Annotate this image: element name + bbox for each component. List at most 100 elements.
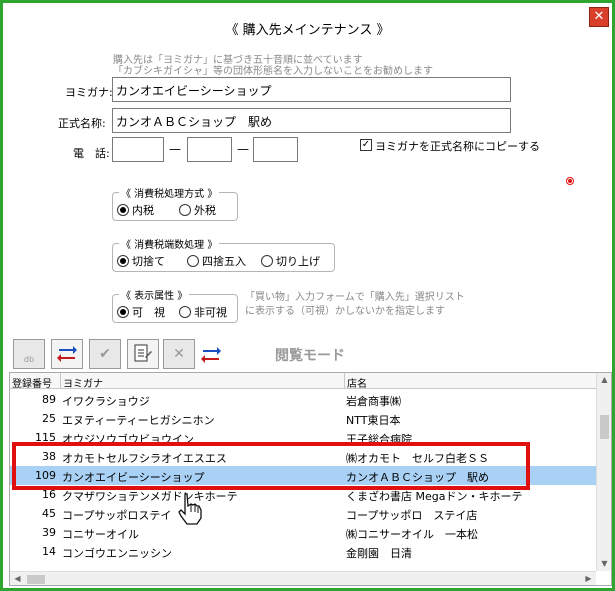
column-header-no[interactable]: 登録番号 [12,375,52,390]
official-name-input[interactable]: カンオＡＢＣショップ 駅め [112,108,511,133]
phone-label: 電 話: [73,147,110,160]
radio-indicator [179,204,191,216]
edit-document-button[interactable] [127,339,159,369]
cell-name: ㈱コニサーオイル 一本松 [346,528,478,541]
table-row[interactable]: 38 オカモトセルフシラオイエスエス ㈱オカモト セルフ白老ＳＳ [10,447,596,466]
confirm-button[interactable]: ✔ [89,339,121,369]
cell-name: ㈱オカモト セルフ白老ＳＳ [346,452,489,465]
checkmark-icon: ✔ [99,346,111,362]
phone-dash-2: — [237,142,249,156]
radio-round-down[interactable]: 切捨て [117,253,165,269]
scroll-left-icon[interactable]: ◀ [10,574,25,583]
table-header: 登録番号 ヨミガナ 店名 [10,373,596,390]
cell-no: 14 [42,545,56,558]
cell-no: 45 [42,507,56,520]
phone-input-1[interactable] [112,137,164,162]
radio-inclusive-tax[interactable]: 内税 [117,202,154,218]
cell-kana: クマザワショテンメガドンキホーテ [62,490,238,503]
scroll-right-icon[interactable]: ▶ [581,574,596,583]
tax-rounding-title: 《 消費税端数処理 》 [119,236,220,251]
cell-name: 金剛園 日清 [346,547,412,560]
db-button[interactable]: db [13,339,45,369]
cell-kana: コニサーオイル [62,528,139,541]
radio-indicator [187,255,199,267]
radio-round-up[interactable]: 切り上げ [261,253,320,269]
cell-name: 王子総合病院 [346,433,412,446]
radio-label: 非可視 [194,306,227,319]
table-row[interactable]: 14 コンゴウエンニッシン 金剛園 日清 [10,542,596,561]
radio-invisible[interactable]: 非可視 [179,304,227,320]
phone-input-2[interactable] [187,137,232,162]
column-header-name[interactable]: 店名 [347,375,367,390]
display-note-2: に表示する（可視）かしないかを指定します [245,306,445,317]
display-note-1: 「買い物」入力フォームで「購入先」選択リスト [245,292,465,303]
transfer-arrows-icon [201,347,221,363]
document-edit-icon [134,344,152,362]
table-row-selected[interactable]: 109 カンオエイビーシーショップ カンオＡＢＣショップ 駅め [10,466,596,485]
cell-name: カンオＡＢＣショップ 駅め [346,471,489,484]
column-separator [344,373,345,389]
cell-name: コープサッポロ ステイ店 [346,509,478,522]
close-button[interactable]: ✕ [589,7,609,27]
tax-method-title: 《 消費税処理方式 》 [119,185,220,200]
table-row[interactable]: 115 オウジソウゴウビョウイン 王子総合病院 [10,428,596,447]
cell-no: 16 [42,488,56,501]
cell-no: 115 [35,431,56,444]
delete-button[interactable]: ✕ [163,339,195,369]
radio-label: 可 視 [132,306,165,319]
cell-name: NTT東日本 [346,414,401,427]
db-icon: db [23,355,35,364]
radio-label: 切捨て [132,255,165,268]
cell-kana: エヌティーティーヒガシニホン [62,414,215,427]
cell-kana: カンオエイビーシーショップ [62,471,205,484]
radio-indicator [261,255,273,267]
table-row[interactable]: 45 コープサッポロステイ コープサッポロ ステイ店 [10,504,596,523]
vertical-scrollbar[interactable]: ▲ ▼ [596,373,611,571]
cell-no: 89 [42,393,56,406]
radio-label: 外税 [194,204,216,217]
vertical-scroll-thumb[interactable] [600,415,609,439]
table-row[interactable]: 16 クマザワショテンメガドンキホーテ くまざわ書店 Megaドン・キホーテ [10,485,596,504]
cell-kana: オウジソウゴウビョウイン [62,433,194,446]
horizontal-scrollbar[interactable]: ◀ ▶ [10,571,596,585]
scroll-up-icon[interactable]: ▲ [597,375,611,384]
tax-rounding-group: 《 消費税端数処理 》 切捨て 四捨五入 切り上げ [112,236,335,272]
radio-visible[interactable]: 可 視 [117,304,165,320]
radio-indicator [117,255,129,267]
cell-no: 109 [35,469,56,482]
radio-indicator [179,306,191,318]
window-title: 《 購入先メインテナンス 》 [225,23,390,38]
radio-round-half[interactable]: 四捨五入 [187,253,246,269]
radio-label: 内税 [132,204,154,217]
cell-kana: コープサッポロステイ [62,509,172,522]
phone-dash-1: — [169,142,181,156]
cell-kana: コンゴウエンニッシン [62,547,172,560]
radio-indicator [117,204,129,216]
table-row[interactable]: 39 コニサーオイル ㈱コニサーオイル 一本松 [10,523,596,542]
copy-yomigana-label: ヨミガナを正式名称にコピーする [375,140,540,153]
yomigana-input[interactable]: カンオエイビーシーショップ [112,77,511,102]
cell-no: 38 [42,450,56,463]
transfer-button[interactable] [198,339,224,369]
table-row[interactable]: 25 エヌティーティーヒガシニホン NTT東日本 [10,409,596,428]
official-name-label: 正式名称: [58,117,106,130]
copy-yomigana-checkbox[interactable]: ✓ [360,139,372,151]
display-attribute-group: 《 表示属性 》 可 視 非可視 [112,287,238,323]
mode-label: 閲覧モード [275,348,345,364]
scroll-down-icon[interactable]: ▼ [597,559,611,568]
horizontal-scroll-thumb[interactable] [27,575,45,584]
phone-input-3[interactable] [253,137,298,162]
sort-button[interactable] [51,339,83,369]
radio-label: 四捨五入 [202,255,246,268]
display-attribute-title: 《 表示属性 》 [119,287,190,302]
cell-kana: イワクラショウジ [62,395,150,408]
cell-kana: オカモトセルフシラオイエスエス [62,452,227,465]
radio-exclusive-tax[interactable]: 外税 [179,202,216,218]
yomigana-label: ヨミガナ: [65,86,113,99]
sort-arrows-icon [57,346,77,362]
delete-x-icon: ✕ [173,346,185,362]
column-header-kana[interactable]: ヨミガナ [63,375,103,390]
table-row[interactable]: 89 イワクラショウジ 岩倉商事㈱ [10,390,596,409]
cell-no: 25 [42,412,56,425]
cell-no: 39 [42,526,56,539]
